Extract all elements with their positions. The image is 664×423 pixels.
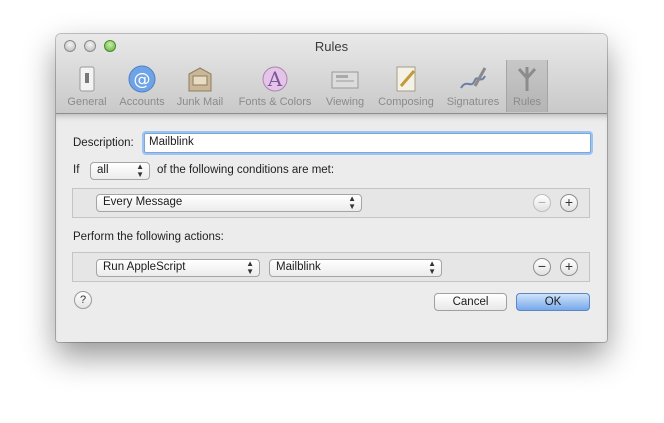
toolbar-composing[interactable]: Composing: [372, 60, 440, 112]
toolbar-fonts-colors[interactable]: A Fonts & Colors: [232, 60, 318, 112]
chevron-updown-icon: ▲ ▼: [348, 194, 356, 211]
junk-mail-icon: [184, 64, 216, 94]
preferences-toolbar: Rules General @ Accounts Junk Mail A Fon…: [56, 34, 607, 114]
composing-icon: [390, 64, 422, 94]
toolbar-general[interactable]: General: [62, 60, 112, 112]
window-title: Rules: [314, 39, 349, 54]
svg-text:A: A: [267, 67, 283, 91]
action-select[interactable]: Run AppleScript ▲ ▼: [96, 259, 260, 277]
condition-select[interactable]: Every Message ▲ ▼: [96, 194, 362, 212]
action-row: Run AppleScript ▲ ▼ Mailblink ▲ ▼ − +: [72, 252, 590, 282]
toolbar-viewing[interactable]: Viewing: [320, 60, 370, 112]
description-field[interactable]: Mailblink: [144, 133, 591, 153]
script-select[interactable]: Mailblink ▲ ▼: [269, 259, 442, 277]
chevron-updown-icon: ▲ ▼: [136, 162, 144, 179]
fonts-colors-icon: A: [259, 64, 291, 94]
toolbar-signatures[interactable]: Signatures: [442, 60, 504, 112]
add-condition-button[interactable]: +: [560, 194, 578, 212]
rules-icon: [511, 64, 543, 94]
chevron-updown-icon: ▲ ▼: [428, 259, 436, 276]
remove-condition-button[interactable]: −: [533, 194, 551, 212]
add-action-button[interactable]: +: [560, 258, 578, 276]
remove-action-button[interactable]: −: [533, 258, 551, 276]
toolbar-junk-mail[interactable]: Junk Mail: [172, 60, 228, 112]
toolbar-accounts[interactable]: @ Accounts: [114, 60, 170, 112]
ok-button[interactable]: OK: [516, 293, 590, 311]
match-select[interactable]: all ▲ ▼: [90, 162, 150, 180]
if-label: If: [73, 164, 80, 176]
description-label: Description:: [73, 137, 134, 149]
cancel-button[interactable]: Cancel: [434, 293, 507, 311]
svg-text:@: @: [134, 70, 151, 90]
at-icon: @: [126, 64, 158, 94]
rule-edit-sheet: Description: Mailblink If all ▲ ▼ of the …: [56, 114, 607, 342]
viewing-icon: [329, 64, 361, 94]
toolbar-rules[interactable]: Rules: [506, 60, 548, 112]
condition-row: Every Message ▲ ▼ − +: [72, 188, 590, 218]
conditions-label: of the following conditions are met:: [157, 164, 335, 176]
rules-window: Rules General @ Accounts Junk Mail A Fon…: [56, 34, 607, 342]
help-button[interactable]: ?: [74, 291, 92, 309]
signatures-icon: [457, 64, 489, 94]
chevron-updown-icon: ▲ ▼: [246, 259, 254, 276]
general-icon: [71, 64, 103, 94]
actions-label: Perform the following actions:: [73, 231, 224, 243]
